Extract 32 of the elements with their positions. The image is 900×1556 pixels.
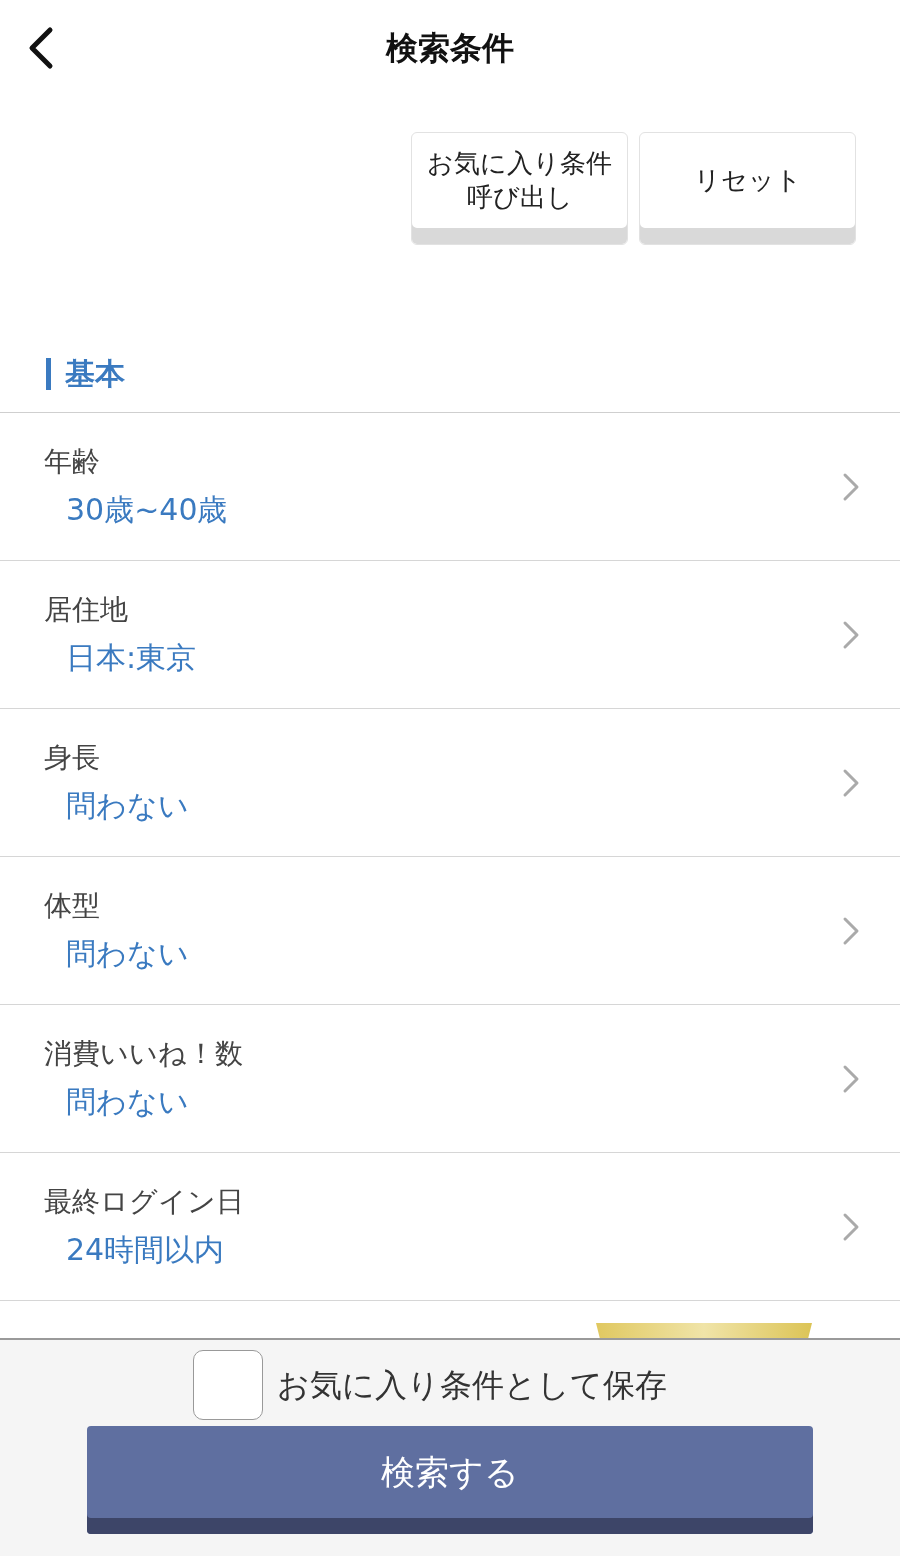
condition-label: 消費いいね！数 [44,1035,244,1072]
search-button[interactable]: 検索する [87,1426,813,1534]
chevron-right-icon [842,767,860,798]
condition-value: 日本:東京 [66,639,198,678]
condition-label: 最終ログイン日 [44,1183,245,1220]
condition-row[interactable]: 年齢 30歳~40歳 [0,413,900,561]
condition-value: 問わない [66,787,190,826]
condition-label: 身長 [44,739,101,776]
chevron-right-icon [842,471,860,502]
action-button[interactable]: リセット [639,132,856,245]
section-marker [46,357,51,390]
condition-label: 年齢 [44,443,101,480]
condition-row[interactable]: 身長 問わない [0,709,900,857]
section-title: 基本 [65,355,125,393]
condition-row[interactable]: 体型 問わない [0,857,900,1005]
condition-value: 問わない [66,1083,190,1122]
page-title: 検索条件 [386,27,514,69]
condition-value: 30歳~40歳 [66,491,229,530]
action-button[interactable]: お気に入り条件呼び出し [411,132,628,245]
save-checkbox[interactable] [193,1350,263,1420]
condition-row[interactable]: 居住地 日本:東京 [0,561,900,709]
condition-value: 24時間以内 [66,1231,226,1270]
chevron-right-icon [842,1063,860,1094]
checkbox-label: お気に入り条件として保存 [277,1365,667,1406]
chevron-right-icon [842,1211,860,1242]
condition-label: 体型 [44,887,101,924]
condition-row[interactable]: 消費いいね！数 問わない [0,1005,900,1153]
chevron-right-icon [842,915,860,946]
condition-row[interactable]: 最終ログイン日 24時間以内 [0,1153,900,1301]
chevron-right-icon [842,619,860,650]
condition-value: 問わない [66,935,190,974]
condition-label: 居住地 [44,591,129,628]
